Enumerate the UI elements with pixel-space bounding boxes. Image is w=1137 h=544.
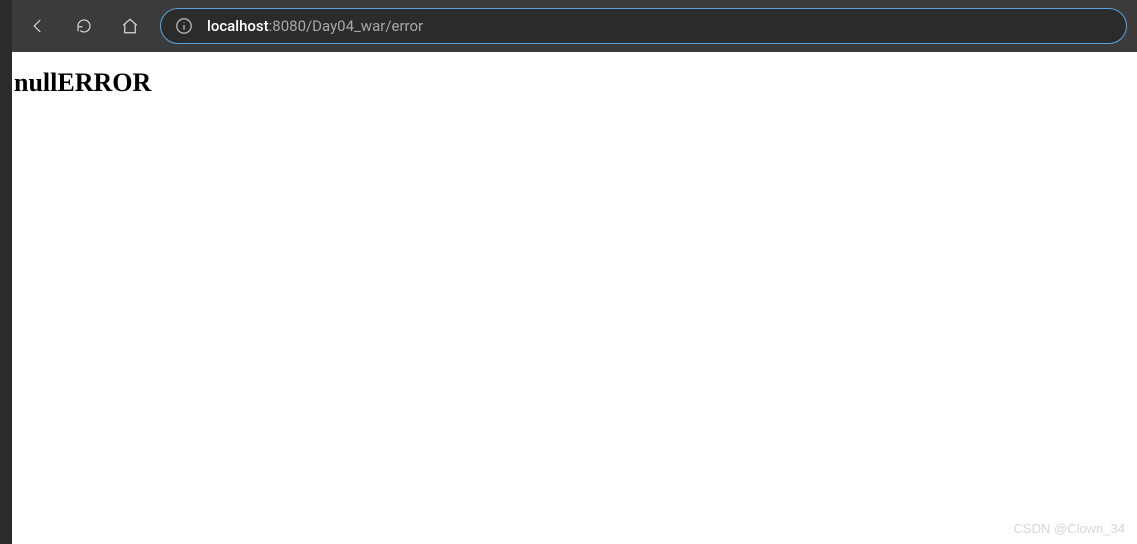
refresh-button[interactable] [68, 10, 100, 42]
address-bar[interactable]: localhost:8080/Day04_war/error [160, 8, 1127, 44]
page-heading: nullERROR [14, 68, 1135, 98]
url-text: localhost:8080/Day04_war/error [207, 17, 423, 35]
info-icon [175, 17, 193, 35]
home-button[interactable] [114, 10, 146, 42]
arrow-left-icon [29, 17, 47, 35]
browser-toolbar: localhost:8080/Day04_war/error [12, 0, 1137, 52]
site-info-button[interactable] [175, 17, 193, 35]
refresh-icon [75, 17, 93, 35]
back-button[interactable] [22, 10, 54, 42]
sidebar-sliver [0, 0, 12, 544]
url-path: :8080/Day04_war/error [269, 17, 423, 35]
watermark: CSDN @Clown_34 [1014, 521, 1125, 536]
page-content: nullERROR [12, 52, 1137, 544]
home-icon [121, 17, 139, 35]
url-host: localhost [207, 17, 269, 35]
